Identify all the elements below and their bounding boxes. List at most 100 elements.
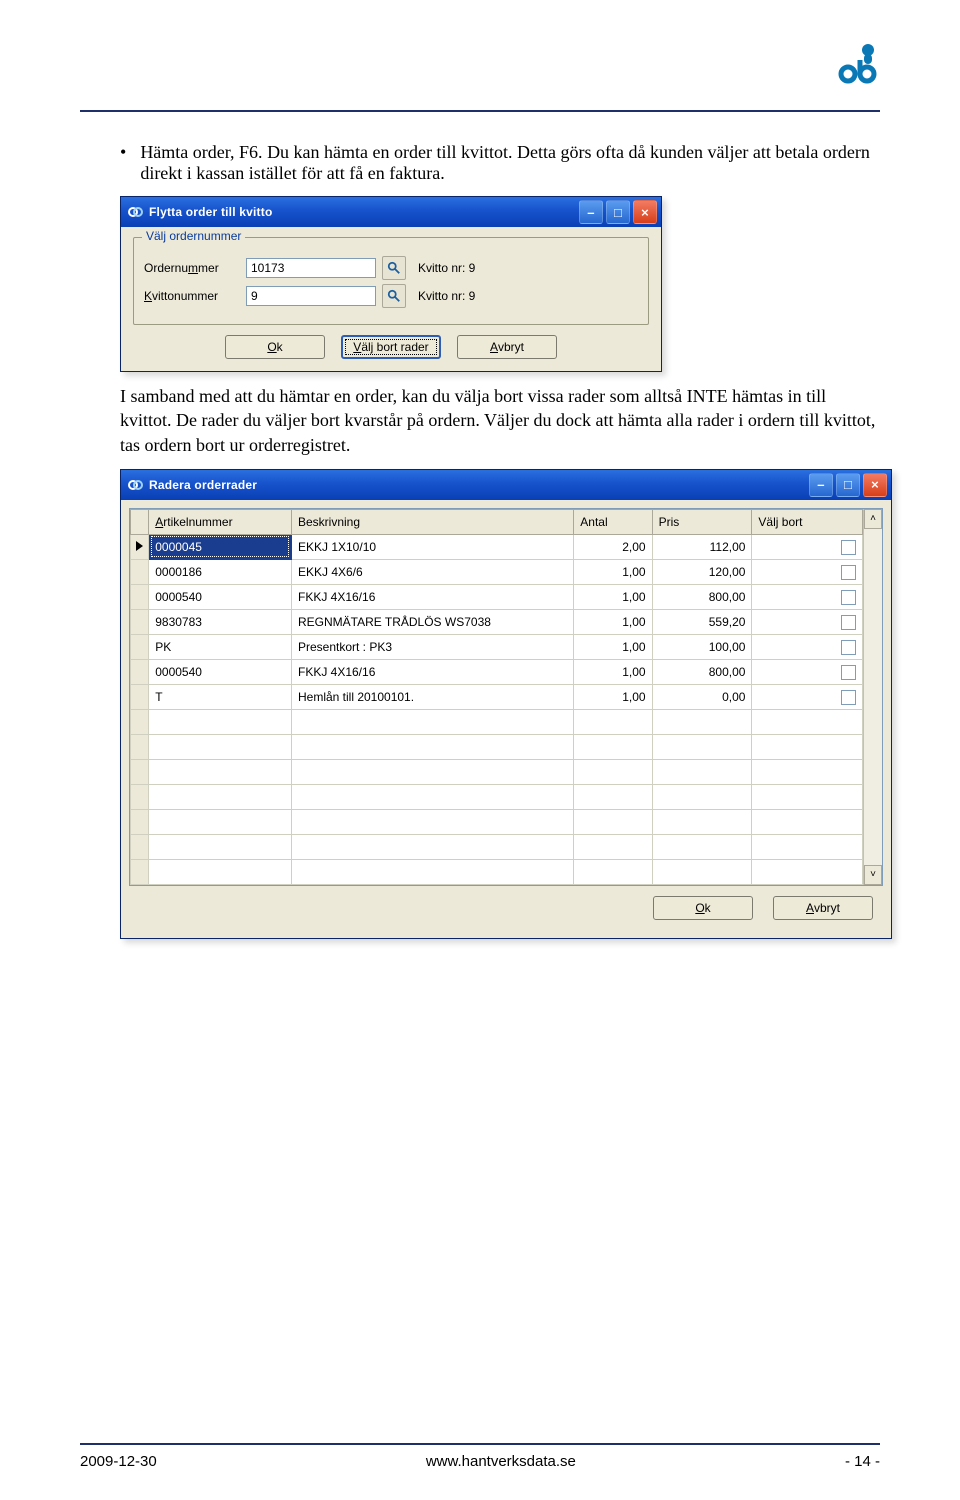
table-row[interactable]: 0000540FKKJ 4X16/161,00800,00 <box>131 584 863 609</box>
minimize-button[interactable]: – <box>579 200 603 224</box>
table-row[interactable]: PKPresentkort : PK31,00100,00 <box>131 634 863 659</box>
cell-pris[interactable]: 120,00 <box>652 559 752 584</box>
minimize-button[interactable]: – <box>809 473 833 497</box>
checkbox[interactable] <box>841 540 856 555</box>
checkbox[interactable] <box>841 565 856 580</box>
valj-bort-rader-button[interactable]: Välj bort rader <box>341 335 441 359</box>
close-button[interactable]: × <box>633 200 657 224</box>
row-pointer <box>131 784 149 809</box>
cell-antal[interactable]: 1,00 <box>574 634 652 659</box>
cell-artikelnummer[interactable]: PK <box>149 634 292 659</box>
table-row[interactable]: 0000186EKKJ 4X6/61,00120,00 <box>131 559 863 584</box>
cell-beskrivning[interactable]: FKKJ 4X16/16 <box>291 659 573 684</box>
kvittonummer-field[interactable] <box>246 286 376 306</box>
checkbox[interactable] <box>841 665 856 680</box>
avbryt-button[interactable]: Avbryt <box>457 335 557 359</box>
maximize-button[interactable]: □ <box>606 200 630 224</box>
cell-valj-bort[interactable] <box>752 684 863 709</box>
cell-antal[interactable]: 1,00 <box>574 584 652 609</box>
row-pointer <box>131 859 149 884</box>
dialog-flytta-order: Flytta order till kvitto – □ × Välj orde… <box>120 196 662 372</box>
table-row[interactable] <box>131 834 863 859</box>
page-footer: 2009-12-30 www.hantverksdata.se - 14 - <box>80 1443 880 1470</box>
cell-valj-bort[interactable] <box>752 534 863 559</box>
lookup-kvitto-button[interactable] <box>382 284 406 308</box>
dialog-title: Flytta order till kvitto <box>149 205 579 219</box>
scroll-up-button[interactable]: ˄ <box>864 509 882 529</box>
ordernummer-label: Ordernummer <box>144 261 240 275</box>
cell-beskrivning[interactable]: REGNMÄTARE TRÅDLÖS WS7038 <box>291 609 573 634</box>
cell-valj-bort[interactable] <box>752 659 863 684</box>
cell-beskrivning[interactable]: FKKJ 4X16/16 <box>291 584 573 609</box>
bullet-dot-icon: • <box>120 142 126 184</box>
table-row[interactable] <box>131 809 863 834</box>
cell-valj-bort[interactable] <box>752 609 863 634</box>
maximize-button[interactable]: □ <box>836 473 860 497</box>
table-row[interactable]: 0000540FKKJ 4X16/161,00800,00 <box>131 659 863 684</box>
table-row[interactable] <box>131 759 863 784</box>
col-artikelnummer[interactable]: Artikelnummer <box>149 509 292 534</box>
ok-button[interactable]: Ok <box>225 335 325 359</box>
scroll-down-button[interactable]: ˅ <box>864 865 882 885</box>
cell-artikelnummer[interactable]: 0000540 <box>149 584 292 609</box>
cell-antal[interactable]: 1,00 <box>574 659 652 684</box>
cell-pris[interactable]: 559,20 <box>652 609 752 634</box>
table-row[interactable]: 0000045EKKJ 1X10/102,00112,00 <box>131 534 863 559</box>
cell-artikelnummer[interactable]: 0000045 <box>149 534 292 559</box>
scroll-track[interactable] <box>864 529 882 865</box>
cell-beskrivning[interactable]: EKKJ 4X6/6 <box>291 559 573 584</box>
cell-pris[interactable]: 112,00 <box>652 534 752 559</box>
row-pointer <box>131 584 149 609</box>
cell-pris[interactable]: 0,00 <box>652 684 752 709</box>
row-pointer <box>131 659 149 684</box>
table-row[interactable] <box>131 859 863 884</box>
cell-beskrivning[interactable]: Hemlån till 20100101. <box>291 684 573 709</box>
table-row[interactable] <box>131 734 863 759</box>
table-row[interactable]: 9830783REGNMÄTARE TRÅDLÖS WS70381,00559,… <box>131 609 863 634</box>
table-row[interactable] <box>131 709 863 734</box>
lookup-order-button[interactable] <box>382 256 406 280</box>
row-header-corner <box>131 509 149 534</box>
kvittonummer-label: Kvittonummer <box>144 289 240 303</box>
col-pris[interactable]: Pris <box>652 509 752 534</box>
row-pointer <box>131 734 149 759</box>
checkbox[interactable] <box>841 615 856 630</box>
ordernummer-field[interactable] <box>246 258 376 278</box>
cell-valj-bort[interactable] <box>752 584 863 609</box>
cell-antal[interactable]: 1,00 <box>574 609 652 634</box>
avbryt-button[interactable]: Avbryt <box>773 896 873 920</box>
table-row[interactable]: THemlån till 20100101.1,000,00 <box>131 684 863 709</box>
cell-pris[interactable]: 100,00 <box>652 634 752 659</box>
dialog-title-bar[interactable]: Radera orderrader – □ × <box>121 470 891 500</box>
row-pointer <box>131 609 149 634</box>
cell-artikelnummer[interactable]: 0000186 <box>149 559 292 584</box>
dialog-title-bar[interactable]: Flytta order till kvitto – □ × <box>121 197 661 227</box>
row-pointer <box>131 759 149 784</box>
col-antal[interactable]: Antal <box>574 509 652 534</box>
groupbox-legend: Välj ordernummer <box>142 229 245 243</box>
ok-button[interactable]: Ok <box>653 896 753 920</box>
col-valj-bort[interactable]: Välj bort <box>752 509 863 534</box>
checkbox[interactable] <box>841 690 856 705</box>
cell-valj-bort[interactable] <box>752 634 863 659</box>
checkbox[interactable] <box>841 590 856 605</box>
checkbox[interactable] <box>841 640 856 655</box>
cell-antal[interactable]: 1,00 <box>574 559 652 584</box>
cell-artikelnummer[interactable]: 0000540 <box>149 659 292 684</box>
cell-artikelnummer[interactable]: T <box>149 684 292 709</box>
cell-antal[interactable]: 1,00 <box>574 684 652 709</box>
row-pointer <box>131 634 149 659</box>
cell-valj-bort[interactable] <box>752 559 863 584</box>
scrollbar[interactable]: ˄ ˅ <box>863 509 882 885</box>
bullet-paragraph: • Hämta order, F6. Du kan hämta en order… <box>120 142 880 184</box>
col-beskrivning[interactable]: Beskrivning <box>291 509 573 534</box>
cell-antal[interactable]: 2,00 <box>574 534 652 559</box>
cell-beskrivning[interactable]: Presentkort : PK3 <box>291 634 573 659</box>
cell-beskrivning[interactable]: EKKJ 1X10/10 <box>291 534 573 559</box>
table-row[interactable] <box>131 784 863 809</box>
row-pointer <box>131 709 149 734</box>
cell-pris[interactable]: 800,00 <box>652 659 752 684</box>
cell-pris[interactable]: 800,00 <box>652 584 752 609</box>
cell-artikelnummer[interactable]: 9830783 <box>149 609 292 634</box>
close-button[interactable]: × <box>863 473 887 497</box>
